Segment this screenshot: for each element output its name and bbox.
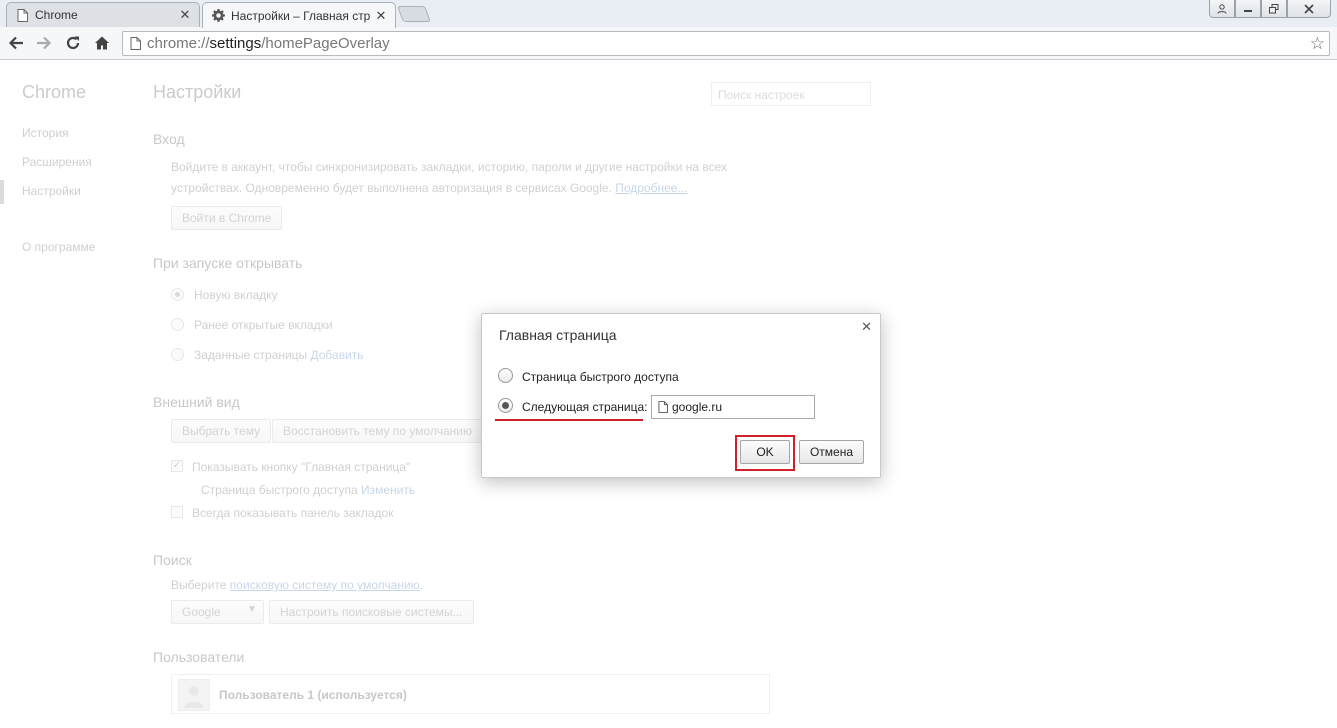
radio-new-tab-page[interactable] [498,368,513,383]
home-url-value: google.ru [672,400,723,414]
ok-button[interactable]: OK [740,440,790,464]
close-icon[interactable]: ✕ [179,7,191,23]
gear-icon [211,9,225,23]
home-url-input[interactable]: google.ru [651,395,815,419]
address-bar[interactable]: chrome://settings/homePageOverlay ☆ [122,31,1330,56]
dialog-title: Главная страница [499,327,617,343]
close-window-icon[interactable] [1287,0,1331,18]
star-icon[interactable]: ☆ [1310,34,1325,54]
option-url-label[interactable]: Следующая страница: [522,400,648,414]
reload-icon[interactable] [63,33,83,53]
restore-icon[interactable] [1261,0,1287,18]
close-icon[interactable]: ✕ [861,319,872,335]
radio-url[interactable] [498,398,513,413]
tab-title: Настройки – Главная стр [231,8,371,23]
tab-chrome[interactable]: Chrome ✕ [6,2,200,27]
home-icon[interactable] [92,33,112,53]
forward-arrow-icon[interactable] [34,33,54,53]
highlight-underline [495,419,643,421]
user-icon[interactable] [1209,0,1235,18]
page-icon [127,37,143,50]
browser-toolbar: chrome://settings/homePageOverlay ☆ [0,27,1337,60]
home-page-dialog: Главная страница ✕ Страница быстрого дос… [481,313,881,478]
url-text: chrome://settings/homePageOverlay [147,35,390,52]
page-icon [15,8,29,22]
window-controls [1209,0,1331,18]
tab-strip: Chrome ✕ Настройки – Главная стр ✕ [0,0,1337,28]
minimize-icon[interactable] [1235,0,1261,18]
page-icon [658,401,668,413]
option-new-tab-page-label[interactable]: Страница быстрого доступа [522,370,679,384]
tab-settings[interactable]: Настройки – Главная стр ✕ [202,2,396,28]
tab-title: Chrome [35,8,78,22]
new-tab-button[interactable] [397,6,431,22]
back-arrow-icon[interactable] [6,33,26,53]
cancel-button[interactable]: Отмена [799,440,864,464]
close-icon[interactable]: ✕ [375,8,387,24]
